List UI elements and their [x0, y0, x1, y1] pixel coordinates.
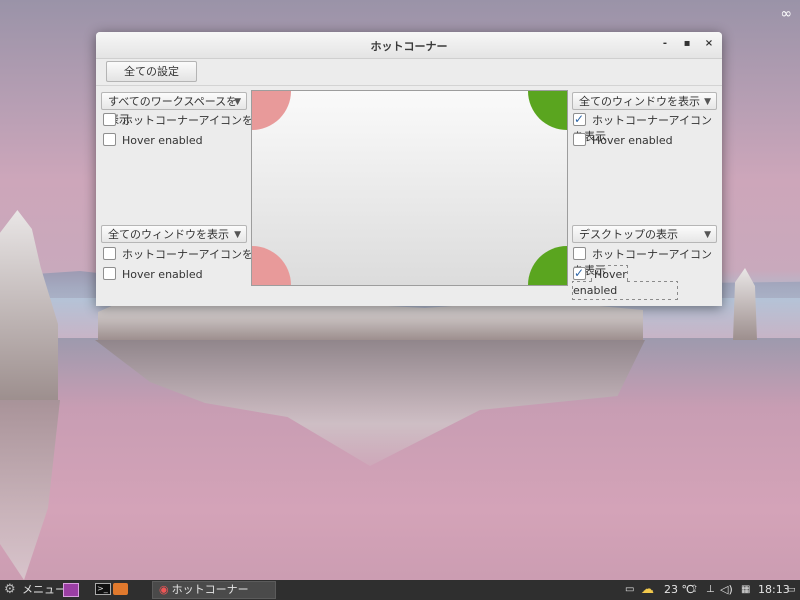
checkbox-icon	[103, 113, 116, 126]
bottom-left-corner-indicator	[252, 246, 291, 285]
bottom-left-hover-checkbox[interactable]: Hover enabled	[103, 267, 203, 283]
weather-icon[interactable]: ☁	[641, 583, 654, 597]
taskbar-window-button[interactable]: ◉ ホットコーナー	[152, 581, 276, 599]
chevron-down-icon: ▼	[234, 230, 241, 240]
bottom-left-action-value: 全てのウィンドウを表示	[108, 228, 229, 241]
top-left-corner-indicator	[252, 91, 291, 130]
hot-corner-indicator-icon[interactable]: ∞	[780, 6, 792, 22]
folder-icon[interactable]	[113, 583, 128, 595]
checkbox-label: Hover enabled	[571, 265, 679, 300]
bottom-right-action-value: デスクトップの表示	[579, 228, 678, 241]
bottom-left-show-icon-checkbox[interactable]: ホットコーナーアイコンを表示	[103, 247, 275, 263]
checkbox-label: Hover enabled	[122, 268, 203, 281]
minimize-button[interactable]: -	[658, 37, 672, 51]
checkbox-icon	[573, 247, 586, 260]
top-right-corner-indicator	[528, 91, 567, 130]
checkbox-icon	[103, 267, 116, 280]
menu-button[interactable]: メニュー	[22, 583, 66, 597]
bottom-right-show-icon-checkbox[interactable]: ホットコーナーアイコンを表示	[573, 247, 722, 277]
terminal-icon[interactable]: >_	[95, 583, 111, 595]
notification-icon[interactable]: ▭	[625, 583, 634, 597]
close-button[interactable]: ×	[702, 37, 716, 51]
desktop-rock-center	[98, 300, 643, 340]
checkbox-label: Hover enabled	[122, 134, 203, 147]
desktop-rock-left	[0, 210, 58, 400]
title-bar[interactable]: ホットコーナー - ▪ ×	[96, 32, 722, 59]
checkbox-checked-icon	[573, 265, 586, 281]
desktop-reflection-left	[0, 400, 60, 580]
bottom-right-action-select[interactable]: デスクトップの表示 ▼	[572, 225, 717, 243]
top-left-hover-checkbox[interactable]: Hover enabled	[103, 133, 203, 149]
taskbar-window-label: ホットコーナー	[171, 583, 249, 596]
calendar-icon[interactable]: ▦	[741, 583, 750, 597]
bottom-left-action-select[interactable]: 全てのウィンドウを表示 ▼	[101, 225, 247, 243]
volume-icon[interactable]: ◁)	[720, 583, 733, 597]
window-title: ホットコーナー	[370, 40, 448, 53]
taskbar: ⚙ メニュー >_ ◉ ホットコーナー ▭ ☁ 23 ℃ ⇪ ⊥ ◁) ▦ 18:…	[0, 580, 800, 600]
top-right-action-select[interactable]: 全てのウィンドウを表示 ▼	[572, 92, 717, 110]
maximize-button[interactable]: ▪	[680, 37, 694, 51]
desktop-reflection	[95, 340, 645, 466]
screen-preview	[251, 90, 568, 286]
checkbox-label: Hover enabled	[592, 134, 673, 147]
all-settings-button[interactable]: 全ての設定	[106, 61, 197, 82]
show-desktop-icon[interactable]: ▭	[787, 583, 796, 597]
top-right-action-value: 全てのウィンドウを表示	[579, 95, 700, 108]
top-left-action-select[interactable]: すべてのワークスペースを表示 ▼	[101, 92, 247, 126]
checkbox-icon	[103, 247, 116, 260]
hot-corner-app-icon: ◉	[159, 583, 169, 596]
chevron-down-icon: ▼	[234, 97, 241, 107]
checkbox-checked-icon	[573, 111, 586, 127]
desktop-switcher-icon[interactable]	[63, 583, 79, 597]
top-left-show-icon-checkbox[interactable]: ホットコーナーアイコンを表示	[103, 113, 275, 129]
bottom-right-corner-indicator	[528, 246, 567, 285]
top-right-show-icon-checkbox[interactable]: ホットコーナーアイコンを表示	[573, 111, 722, 143]
top-right-hover-checkbox[interactable]: Hover enabled	[573, 133, 673, 149]
hot-corners-window: ホットコーナー - ▪ × 全ての設定 すべてのワークスペースを表示 ▼ ホット…	[96, 32, 722, 306]
chevron-down-icon: ▼	[704, 230, 711, 240]
menu-gear-icon[interactable]: ⚙	[4, 583, 16, 597]
update-icon[interactable]: ⇪	[690, 583, 698, 597]
checkbox-icon	[103, 133, 116, 146]
network-icon[interactable]: ⊥	[706, 583, 715, 597]
chevron-down-icon: ▼	[704, 97, 711, 107]
clock[interactable]: 18:13	[758, 583, 790, 597]
toolbar: 全ての設定	[96, 59, 722, 86]
bottom-right-hover-checkbox[interactable]: Hover enabled	[571, 265, 722, 300]
checkbox-icon	[573, 133, 586, 146]
